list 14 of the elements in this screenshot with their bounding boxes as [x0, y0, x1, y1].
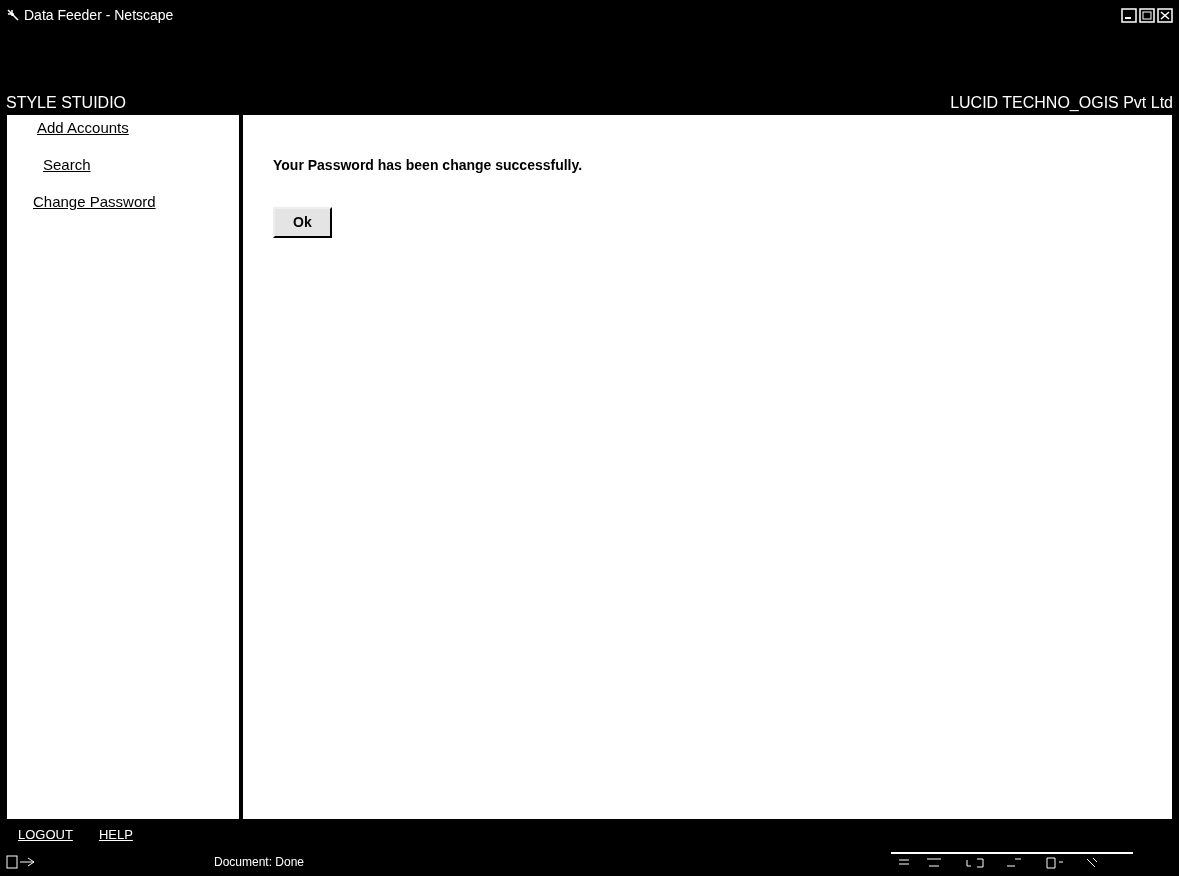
sidebar-link[interactable]: Search: [43, 156, 91, 173]
maximize-icon[interactable]: [1139, 7, 1155, 23]
app-name: STYLE STUIDIO: [6, 94, 127, 112]
close-icon[interactable]: [1157, 7, 1173, 23]
status-text: Document: Done: [214, 855, 306, 869]
ok-button[interactable]: Ok: [273, 207, 332, 238]
minimize-icon[interactable]: [1121, 7, 1137, 23]
footer-link[interactable]: LOGOUT: [18, 826, 73, 842]
window-title: Data Feeder - Netscape: [24, 7, 175, 23]
sidebar-link[interactable]: Change Password: [33, 193, 156, 210]
footer-link[interactable]: HELP: [98, 826, 133, 842]
sidebar-link[interactable]: Add Accounts: [37, 119, 129, 136]
company-name: LUCID TECHNO_OGIS Pvt Ltd: [950, 94, 1173, 112]
success-message: Your Password has been change successfully.: [273, 157, 584, 173]
